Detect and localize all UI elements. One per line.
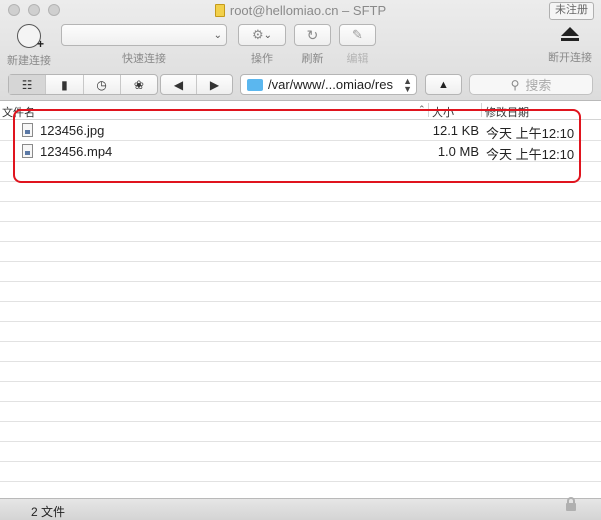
forward-icon[interactable]: ▶ [197,75,232,94]
new-connection-icon: + [17,24,44,50]
document-icon [214,4,225,17]
new-connection-label: 新建连接 [7,55,51,67]
refresh-control[interactable]: ↻ [294,24,331,46]
quick-connect[interactable]: ⌄ 快速连接 [60,24,228,66]
refresh-button[interactable]: ↻ 刷新 [294,24,331,66]
history-icon[interactable]: ◷ [84,75,121,94]
path-select[interactable]: /var/www/...omiao/res ▲ ▼ [240,74,417,95]
sftp-window: root@hellomiao.cn – SFTP 未注册 + 新建连接 ⌄ 快速… [0,0,601,520]
refresh-icon: ↻ [306,26,319,43]
parent-folder-button[interactable]: ▲ [425,74,462,95]
item-count: 2 文件 [31,505,66,519]
quick-connect-label: 快速连接 [122,53,166,65]
refresh-label: 刷新 [301,53,324,65]
edit-label: 编辑 [346,53,369,65]
toolbar-area: root@hellomiao.cn – SFTP 未注册 + 新建连接 ⌄ 快速… [0,0,601,101]
new-connection-button[interactable]: + 新建连接 [6,24,52,68]
disconnect-button[interactable]: 断开连接 [545,24,595,65]
folder-icon [247,78,263,91]
highlight-box [13,109,581,183]
disconnect-label: 断开连接 [548,52,592,64]
bonjour-icon[interactable]: ❀ [121,75,157,94]
search-input[interactable]: ⚲ 搜索 [469,74,593,95]
up-icon: ▲ [438,78,449,91]
chevron-down-icon: ⌄ [213,29,222,41]
search-icon: ⚲ [510,77,520,92]
empty-rows [0,162,601,497]
edit-button[interactable]: ✎ 编辑 [339,24,376,66]
actions-menu[interactable]: ⚙ ⌄ [238,24,286,46]
status-bar: 2 文件 [0,497,601,520]
gear-icon: ⚙ [251,27,264,42]
view-segment: ☷ ▮ ◷ ❀ [8,74,158,95]
chevron-down-icon: ⌄ [263,29,273,41]
back-icon[interactable]: ◀ [161,75,197,94]
window-title: root@hellomiao.cn – SFTP [0,3,601,18]
history-nav: ◀ ▶ [160,74,233,95]
search-placeholder: 搜索 [525,78,552,93]
updown-icon: ▲ ▼ [403,75,412,94]
pencil-icon: ✎ [352,27,363,42]
outline-view-icon[interactable]: ☷ [9,75,47,94]
actions-button[interactable]: ⚙ ⌄ 操作 [238,24,286,66]
quick-connect-select[interactable]: ⌄ [61,24,227,46]
actions-label: 操作 [251,53,273,65]
edit-control[interactable]: ✎ [339,24,376,46]
path-text: /var/www/...omiao/res [268,77,393,92]
eject-icon [558,24,582,48]
unregistered-button[interactable]: 未注册 [549,2,594,20]
lock-icon [566,497,576,511]
bookmarks-icon[interactable]: ▮ [46,75,84,94]
window-title-text: root@hellomiao.cn – SFTP [229,3,387,18]
